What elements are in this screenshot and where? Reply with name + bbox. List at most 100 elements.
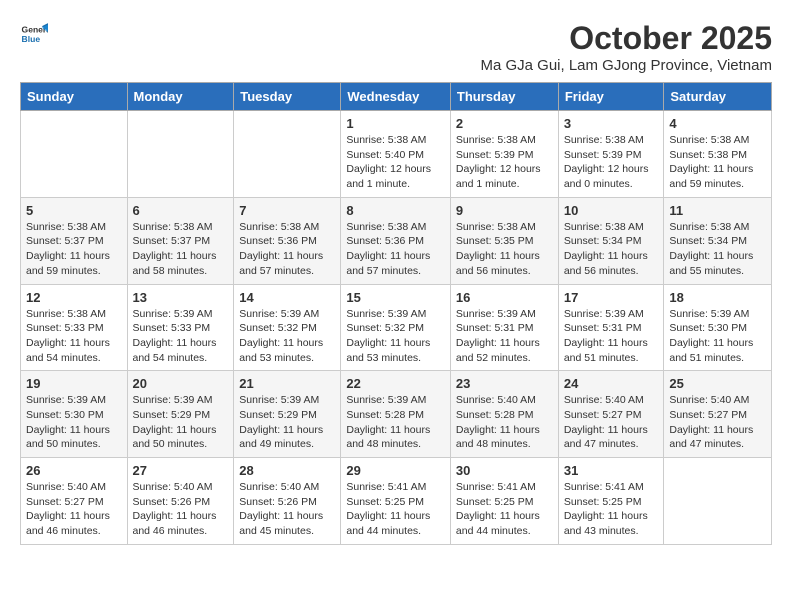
day-number: 31 (564, 463, 659, 478)
calendar-week-row: 26Sunrise: 5:40 AM Sunset: 5:27 PM Dayli… (21, 458, 772, 545)
day-info: Sunrise: 5:38 AM Sunset: 5:36 PM Dayligh… (239, 220, 335, 279)
day-info: Sunrise: 5:38 AM Sunset: 5:39 PM Dayligh… (564, 133, 659, 192)
calendar-cell: 18 Sunrise: 5:39 AM Sunset: 5:30 PM Dayli… (664, 284, 772, 371)
calendar-cell: 31 Sunrise: 5:41 AM Sunset: 5:25 PM Dayli… (558, 458, 664, 545)
month-title: October 2025 (480, 20, 772, 57)
day-info: Sunrise: 5:38 AM Sunset: 5:37 PM Dayligh… (133, 220, 229, 279)
calendar-cell: 5 Sunrise: 5:38 AM Sunset: 5:37 PM Daylig… (21, 197, 128, 284)
day-info: Sunrise: 5:40 AM Sunset: 5:27 PM Dayligh… (564, 393, 659, 452)
calendar-cell: 28Sunrise: 5:40 AM Sunset: 5:26 PM Dayli… (234, 458, 341, 545)
day-info: Sunrise: 5:40 AM Sunset: 5:27 PM Dayligh… (26, 480, 122, 539)
day-number: 20 (133, 376, 229, 391)
calendar-cell: 6 Sunrise: 5:38 AM Sunset: 5:37 PM Daylig… (127, 197, 234, 284)
day-info: Sunrise: 5:38 AM Sunset: 5:40 PM Dayligh… (346, 133, 445, 192)
calendar-cell: 25Sunrise: 5:40 AM Sunset: 5:27 PM Dayli… (664, 371, 772, 458)
day-number: 24 (564, 376, 659, 391)
calendar-cell (127, 111, 234, 198)
day-info: Sunrise: 5:38 AM Sunset: 5:35 PM Dayligh… (456, 220, 553, 279)
day-info: Sunrise: 5:38 AM Sunset: 5:33 PM Dayligh… (26, 307, 122, 366)
day-number: 10 (564, 203, 659, 218)
day-info: Sunrise: 5:38 AM Sunset: 5:34 PM Dayligh… (669, 220, 766, 279)
day-number: 18 (669, 290, 766, 305)
day-info: Sunrise: 5:39 AM Sunset: 5:31 PM Dayligh… (456, 307, 553, 366)
day-info: Sunrise: 5:39 AM Sunset: 5:28 PM Dayligh… (346, 393, 445, 452)
day-number: 1 (346, 116, 445, 131)
day-info: Sunrise: 5:41 AM Sunset: 5:25 PM Dayligh… (564, 480, 659, 539)
weekday-header-friday: Friday (558, 83, 664, 111)
calendar-cell: 15 Sunrise: 5:39 AM Sunset: 5:32 PM Dayli… (341, 284, 451, 371)
calendar-cell: 20 Sunrise: 5:39 AM Sunset: 5:29 PM Dayli… (127, 371, 234, 458)
calendar-cell: 1 Sunrise: 5:38 AM Sunset: 5:40 PM Daylig… (341, 111, 451, 198)
day-number: 8 (346, 203, 445, 218)
weekday-header-saturday: Saturday (664, 83, 772, 111)
day-number: 3 (564, 116, 659, 131)
day-number: 15 (346, 290, 445, 305)
calendar-cell: 17 Sunrise: 5:39 AM Sunset: 5:31 PM Dayli… (558, 284, 664, 371)
day-number: 2 (456, 116, 553, 131)
title-block: October 2025 Ma GJa Gui, Lam GJong Provi… (480, 20, 772, 74)
day-number: 30 (456, 463, 553, 478)
page-header: General Blue October 2025 Ma GJa Gui, La… (20, 20, 772, 74)
day-info: Sunrise: 5:39 AM Sunset: 5:29 PM Dayligh… (239, 393, 335, 452)
day-info: Sunrise: 5:39 AM Sunset: 5:33 PM Dayligh… (133, 307, 229, 366)
day-info: Sunrise: 5:40 AM Sunset: 5:26 PM Dayligh… (239, 480, 335, 539)
day-number: 16 (456, 290, 553, 305)
calendar-cell: 22 Sunrise: 5:39 AM Sunset: 5:28 PM Dayli… (341, 371, 451, 458)
weekday-header-row: SundayMondayTuesdayWednesdayThursdayFrid… (21, 83, 772, 111)
calendar-cell: 19Sunrise: 5:39 AM Sunset: 5:30 PM Dayli… (21, 371, 128, 458)
calendar-cell: 8 Sunrise: 5:38 AM Sunset: 5:36 PM Daylig… (341, 197, 451, 284)
day-number: 14 (239, 290, 335, 305)
calendar-cell: 10 Sunrise: 5:38 AM Sunset: 5:34 PM Dayli… (558, 197, 664, 284)
day-info: Sunrise: 5:38 AM Sunset: 5:38 PM Dayligh… (669, 133, 766, 192)
subtitle: Ma GJa Gui, Lam GJong Province, Vietnam (480, 57, 772, 74)
svg-text:Blue: Blue (22, 34, 41, 44)
day-number: 21 (239, 376, 335, 391)
calendar-cell: 24 Sunrise: 5:40 AM Sunset: 5:27 PM Dayli… (558, 371, 664, 458)
day-number: 27 (133, 463, 229, 478)
weekday-header-thursday: Thursday (450, 83, 558, 111)
weekday-header-sunday: Sunday (21, 83, 128, 111)
calendar-week-row: 5 Sunrise: 5:38 AM Sunset: 5:37 PM Daylig… (21, 197, 772, 284)
calendar-week-row: 1 Sunrise: 5:38 AM Sunset: 5:40 PM Daylig… (21, 111, 772, 198)
day-number: 6 (133, 203, 229, 218)
day-number: 17 (564, 290, 659, 305)
calendar-cell: 16 Sunrise: 5:39 AM Sunset: 5:31 PM Dayli… (450, 284, 558, 371)
day-info: Sunrise: 5:38 AM Sunset: 5:34 PM Dayligh… (564, 220, 659, 279)
calendar-cell: 27 Sunrise: 5:40 AM Sunset: 5:26 PM Dayli… (127, 458, 234, 545)
day-info: Sunrise: 5:39 AM Sunset: 5:29 PM Dayligh… (133, 393, 229, 452)
day-number: 4 (669, 116, 766, 131)
weekday-header-tuesday: Tuesday (234, 83, 341, 111)
calendar-cell: 3 Sunrise: 5:38 AM Sunset: 5:39 PM Daylig… (558, 111, 664, 198)
calendar-cell: 21 Sunrise: 5:39 AM Sunset: 5:29 PM Dayli… (234, 371, 341, 458)
day-number: 23 (456, 376, 553, 391)
day-number: 29 (346, 463, 445, 478)
day-number: 22 (346, 376, 445, 391)
calendar-cell: 12 Sunrise: 5:38 AM Sunset: 5:33 PM Dayli… (21, 284, 128, 371)
calendar-cell: 23 Sunrise: 5:40 AM Sunset: 5:28 PM Dayli… (450, 371, 558, 458)
day-info: Sunrise: 5:41 AM Sunset: 5:25 PM Dayligh… (346, 480, 445, 539)
calendar-cell: 14Sunrise: 5:39 AM Sunset: 5:32 PM Dayli… (234, 284, 341, 371)
day-info: Sunrise: 5:38 AM Sunset: 5:36 PM Dayligh… (346, 220, 445, 279)
day-info: Sunrise: 5:40 AM Sunset: 5:26 PM Dayligh… (133, 480, 229, 539)
calendar-table: SundayMondayTuesdayWednesdayThursdayFrid… (20, 82, 772, 545)
calendar-cell: 11Sunrise: 5:38 AM Sunset: 5:34 PM Dayli… (664, 197, 772, 284)
day-info: Sunrise: 5:39 AM Sunset: 5:31 PM Dayligh… (564, 307, 659, 366)
day-number: 13 (133, 290, 229, 305)
day-number: 12 (26, 290, 122, 305)
day-info: Sunrise: 5:39 AM Sunset: 5:30 PM Dayligh… (26, 393, 122, 452)
calendar-cell: 9Sunrise: 5:38 AM Sunset: 5:35 PM Daylig… (450, 197, 558, 284)
calendar-week-row: 19Sunrise: 5:39 AM Sunset: 5:30 PM Dayli… (21, 371, 772, 458)
day-info: Sunrise: 5:40 AM Sunset: 5:28 PM Dayligh… (456, 393, 553, 452)
day-info: Sunrise: 5:41 AM Sunset: 5:25 PM Dayligh… (456, 480, 553, 539)
day-info: Sunrise: 5:40 AM Sunset: 5:27 PM Dayligh… (669, 393, 766, 452)
day-info: Sunrise: 5:39 AM Sunset: 5:30 PM Dayligh… (669, 307, 766, 366)
calendar-cell (21, 111, 128, 198)
day-info: Sunrise: 5:38 AM Sunset: 5:37 PM Dayligh… (26, 220, 122, 279)
day-number: 7 (239, 203, 335, 218)
calendar-cell: 30 Sunrise: 5:41 AM Sunset: 5:25 PM Dayli… (450, 458, 558, 545)
weekday-header-monday: Monday (127, 83, 234, 111)
day-info: Sunrise: 5:39 AM Sunset: 5:32 PM Dayligh… (346, 307, 445, 366)
day-number: 5 (26, 203, 122, 218)
weekday-header-wednesday: Wednesday (341, 83, 451, 111)
calendar-cell: 13 Sunrise: 5:39 AM Sunset: 5:33 PM Dayli… (127, 284, 234, 371)
